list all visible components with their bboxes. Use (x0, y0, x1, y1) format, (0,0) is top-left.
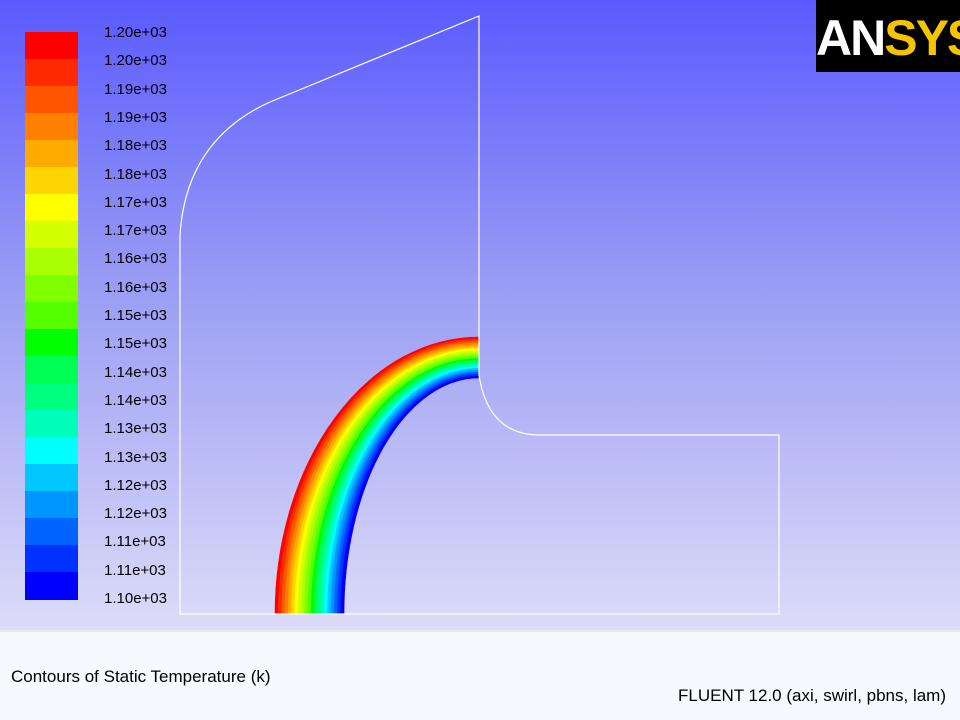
domain-outline (179, 15, 780, 615)
colorbar-segment (25, 464, 78, 492)
colorbar-label: 1.14e+03 (104, 363, 167, 381)
colorbar-segment (25, 572, 78, 600)
colorbar-label: 1.13e+03 (104, 420, 167, 438)
colorbar-label: 1.19e+03 (104, 80, 167, 98)
colorbar-label: 1.20e+03 (104, 52, 167, 70)
colorbar-label: 1.17e+03 (104, 193, 167, 211)
colorbar-label: 1.12e+03 (104, 476, 167, 494)
colorbar-label: 1.17e+03 (104, 222, 167, 240)
colorbar-segment (25, 59, 78, 87)
colorbar-segment (25, 248, 78, 276)
colorbar-label: 1.14e+03 (104, 391, 167, 409)
colorbar-segment (25, 545, 78, 573)
colorbar-label: 1.16e+03 (104, 250, 167, 268)
colorbar-segment (25, 194, 78, 222)
colorbar-segment (25, 221, 78, 249)
colorbar-label: 1.11e+03 (104, 561, 166, 579)
colorbar-label: 1.19e+03 (104, 108, 167, 126)
colorbar-segment (25, 383, 78, 411)
plot-title: Contours of Static Temperature (k) (11, 667, 271, 686)
colorbar-segment (25, 329, 78, 357)
colorbar-segment (25, 167, 78, 195)
colorbar-segment (25, 302, 78, 330)
colorbar-label: 1.15e+03 (104, 307, 167, 324)
solver-info: FLUENT 12.0 (axi, swirl, pbns, lam) (678, 686, 946, 705)
colorbar-label: 1.18e+03 (104, 165, 167, 183)
colorbar-label: 1.13e+03 (104, 448, 167, 466)
colorbar-label: 1.18e+03 (104, 137, 167, 155)
temperature-contour-bands (274, 336, 480, 615)
colorbar-segment (25, 86, 78, 114)
ansys-logo-text: ANSYS® (816, 10, 960, 66)
graphics-viewport[interactable]: 1.20e+03 1.20e+03 1.19e+03 1.19e+03 1.18e+03… (0, 0, 960, 630)
colorbar-segment (25, 410, 78, 438)
colorbar-segment (25, 518, 78, 546)
graphics-footer: Contours of Static Temperature (k) FLUEN… (0, 630, 960, 720)
colorbar-label: 1.10e+03 (104, 590, 167, 607)
colorbar-label: 1.11e+03 (104, 533, 166, 551)
ansys-logo: ANSYS® (816, 0, 960, 72)
colorbar-segment (25, 140, 78, 168)
colorbar-segment (25, 437, 78, 465)
colorbar-label: 1.12e+03 (104, 505, 167, 523)
colorbar-segment (25, 32, 78, 60)
colorbar-label: 1.20e+03 (104, 24, 167, 41)
colorbar-segment (25, 113, 78, 141)
colorbar-segment (25, 275, 78, 303)
colorbar-segment (25, 491, 78, 519)
colorbar-segment (25, 356, 78, 384)
colorbar-legend (25, 32, 78, 600)
colorbar-label: 1.16e+03 (104, 278, 167, 296)
colorbar-label: 1.15e+03 (104, 335, 167, 353)
